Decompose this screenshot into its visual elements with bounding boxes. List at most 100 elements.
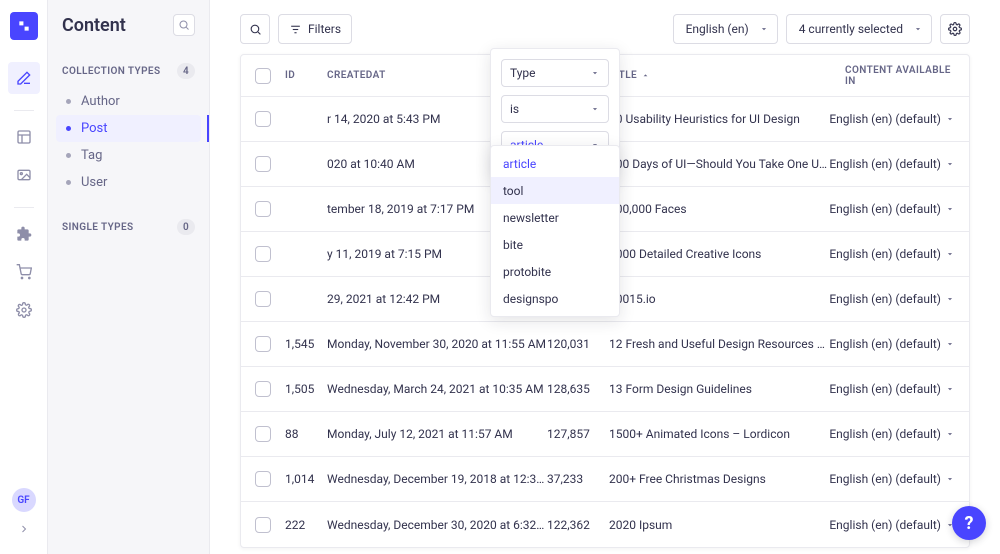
row-checkbox[interactable] bbox=[255, 156, 271, 172]
row-checkbox[interactable] bbox=[255, 201, 271, 217]
cell-title: 200+ Free Christmas Designs bbox=[609, 472, 829, 486]
sidebar-item-label: Post bbox=[81, 121, 108, 136]
row-checkbox[interactable] bbox=[255, 336, 271, 352]
collapse-rail-icon[interactable] bbox=[13, 518, 35, 540]
filter-option-designspo[interactable]: designspo bbox=[491, 285, 619, 312]
chevron-down-icon bbox=[945, 204, 955, 214]
locale-label: English (en) bbox=[686, 22, 749, 36]
filter-option-newsletter[interactable]: newsletter bbox=[491, 204, 619, 231]
cell-content-available-in[interactable]: English (en) (default) bbox=[829, 382, 955, 396]
single-types-count: 0 bbox=[177, 219, 195, 235]
chevron-down-icon bbox=[945, 159, 955, 169]
row-checkbox[interactable] bbox=[255, 471, 271, 487]
cell-content-available-in[interactable]: English (en) (default) bbox=[829, 337, 955, 351]
avatar[interactable]: GF bbox=[12, 488, 36, 512]
view-settings-button[interactable] bbox=[940, 14, 970, 44]
search-button[interactable] bbox=[240, 14, 270, 44]
cell-legacyid: 120,031 bbox=[547, 337, 609, 351]
search-collections-button[interactable] bbox=[173, 14, 195, 36]
cell-legacyid: 122,362 bbox=[547, 518, 609, 532]
rail-content-icon[interactable] bbox=[8, 62, 40, 94]
sidebar-item-label: User bbox=[81, 175, 107, 190]
cell-title: 100,000 Faces bbox=[609, 202, 829, 216]
cell-content-available-in[interactable]: English (en) (default) bbox=[829, 292, 955, 306]
nav-rail: GF bbox=[0, 0, 48, 554]
cell-title: 1500+ Animated Icons – Lordicon bbox=[609, 427, 829, 441]
single-types-label: Single Types bbox=[62, 222, 134, 233]
cell-id: 1,014 bbox=[285, 472, 327, 486]
sidebar-item-post[interactable]: Post bbox=[56, 115, 201, 142]
chevron-down-icon bbox=[945, 474, 955, 484]
cell-legacyid: 128,635 bbox=[547, 382, 609, 396]
filter-operator-select[interactable]: is bbox=[501, 95, 609, 123]
rail-builder-icon[interactable] bbox=[8, 121, 40, 153]
main: Filters English (en) 4 currently selecte… bbox=[210, 0, 1000, 554]
cell-createdat: Monday, November 30, 2020 at 11:55 AM bbox=[327, 337, 547, 351]
cell-content-available-in[interactable]: English (en) (default) bbox=[829, 112, 955, 126]
sidebar-item-label: Author bbox=[81, 94, 120, 109]
cell-title: 10 Usability Heuristics for UI Design bbox=[609, 112, 829, 126]
chevron-down-icon bbox=[945, 294, 955, 304]
table-row[interactable]: 222Wednesday, December 30, 2020 at 6:32 … bbox=[241, 502, 969, 547]
sidebar-item-author[interactable]: Author bbox=[56, 88, 201, 115]
cell-content-available-in[interactable]: English (en) (default) bbox=[829, 157, 955, 171]
collection-types-count: 4 bbox=[177, 63, 195, 79]
table-row[interactable]: 1,014Wednesday, December 19, 2018 at 12:… bbox=[241, 457, 969, 502]
bullet-icon bbox=[66, 99, 71, 104]
bullet-icon bbox=[66, 153, 71, 158]
chevron-down-icon bbox=[759, 24, 769, 34]
filters-label: Filters bbox=[308, 22, 341, 36]
cell-id: 88 bbox=[285, 427, 327, 441]
cell-content-available-in[interactable]: English (en) (default) bbox=[829, 472, 955, 486]
row-checkbox[interactable] bbox=[255, 426, 271, 442]
cell-createdat: Wednesday, December 30, 2020 at 6:32 PM bbox=[327, 518, 547, 532]
fields-select[interactable]: 4 currently selected bbox=[786, 14, 932, 44]
filter-option-protobite[interactable]: protobite bbox=[491, 258, 619, 285]
rail-settings-icon[interactable] bbox=[8, 294, 40, 326]
sidebar-item-label: Tag bbox=[81, 148, 102, 163]
rail-market-icon[interactable] bbox=[8, 256, 40, 288]
filter-option-article[interactable]: article bbox=[491, 150, 619, 177]
cell-content-available-in[interactable]: English (en) (default) bbox=[829, 518, 955, 532]
col-title[interactable]: TITLE bbox=[609, 70, 845, 81]
cell-title: 12 Fresh and Useful Design Resources of … bbox=[609, 337, 829, 351]
row-checkbox[interactable] bbox=[255, 291, 271, 307]
help-fab[interactable]: ? bbox=[952, 506, 986, 540]
sidebar-item-user[interactable]: User bbox=[56, 169, 201, 196]
cell-title: 10015.io bbox=[609, 292, 829, 306]
fields-label: 4 currently selected bbox=[799, 22, 903, 36]
row-checkbox[interactable] bbox=[255, 246, 271, 262]
chevron-down-icon bbox=[945, 249, 955, 259]
row-checkbox[interactable] bbox=[255, 381, 271, 397]
sort-asc-icon bbox=[641, 71, 650, 80]
chevron-down-icon bbox=[945, 384, 955, 394]
sidebar-item-tag[interactable]: Tag bbox=[56, 142, 201, 169]
table-row[interactable]: 88Monday, July 12, 2021 at 11:57 AM127,8… bbox=[241, 412, 969, 457]
col-id[interactable]: ID bbox=[285, 70, 327, 81]
rail-divider bbox=[14, 207, 34, 208]
cell-content-available-in[interactable]: English (en) (default) bbox=[829, 247, 955, 261]
select-all-checkbox[interactable] bbox=[255, 68, 271, 84]
col-content-available-in[interactable]: CONTENT AVAILABLE IN bbox=[845, 65, 955, 87]
table-row[interactable]: 1,505Wednesday, March 24, 2021 at 10:35 … bbox=[241, 367, 969, 412]
cell-id: 1,505 bbox=[285, 382, 327, 396]
filters-button[interactable]: Filters bbox=[278, 14, 352, 44]
app-logo[interactable] bbox=[10, 12, 38, 40]
filter-field-select[interactable]: Type bbox=[501, 59, 609, 87]
row-checkbox[interactable] bbox=[255, 517, 271, 533]
chevron-down-icon bbox=[945, 339, 955, 349]
chevron-down-icon bbox=[913, 24, 923, 34]
chevron-down-icon bbox=[590, 104, 600, 114]
cell-createdat: Wednesday, March 24, 2021 at 10:35 AM bbox=[327, 382, 547, 396]
page-title: Content bbox=[62, 15, 126, 36]
rail-plugins-icon[interactable] bbox=[8, 218, 40, 250]
cell-content-available-in[interactable]: English (en) (default) bbox=[829, 427, 955, 441]
cell-createdat: Wednesday, December 19, 2018 at 12:34 PM bbox=[327, 472, 547, 486]
filter-option-bite[interactable]: bite bbox=[491, 231, 619, 258]
table-row[interactable]: 1,545Monday, November 30, 2020 at 11:55 … bbox=[241, 322, 969, 367]
cell-content-available-in[interactable]: English (en) (default) bbox=[829, 202, 955, 216]
filter-option-tool[interactable]: tool bbox=[491, 177, 619, 204]
locale-select[interactable]: English (en) bbox=[673, 14, 778, 44]
rail-media-icon[interactable] bbox=[8, 159, 40, 191]
row-checkbox[interactable] bbox=[255, 111, 271, 127]
